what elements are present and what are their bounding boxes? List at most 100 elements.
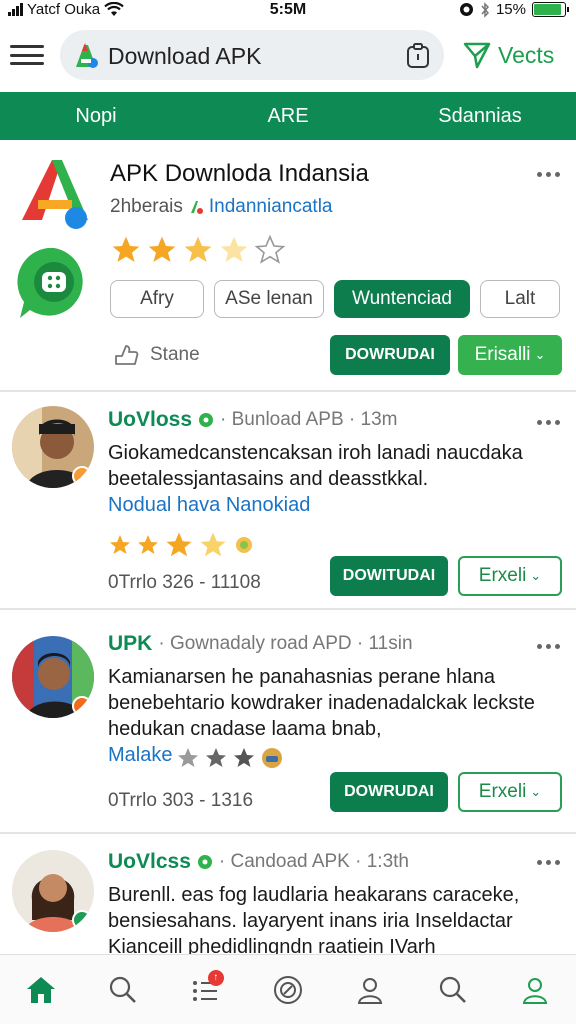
- more-options-icon[interactable]: [537, 644, 560, 649]
- chevron-down-icon: ⌄: [530, 784, 542, 799]
- post-tag-link[interactable]: Nodual hava Nanokiad: [108, 494, 310, 516]
- carrier-label: Yatcf Ouka: [27, 1, 101, 18]
- post-header: UPK · Gownadaly road APD · 11sin: [108, 632, 413, 656]
- apk-logo-icon: [76, 43, 98, 68]
- post-rating: [108, 530, 256, 560]
- nav-downloads[interactable]: ↑: [184, 968, 228, 1012]
- star-icon: [234, 748, 254, 767]
- chip-wuntenciad[interactable]: Wuntenciad: [334, 280, 470, 318]
- more-options-icon[interactable]: [537, 860, 560, 865]
- clipboard-icon[interactable]: [406, 43, 430, 69]
- signal-icon: [8, 3, 23, 16]
- battery-icon: [532, 2, 569, 17]
- chip-ase-lenan[interactable]: ASe lenan: [214, 280, 324, 318]
- extra-label: Erxeli: [478, 781, 527, 802]
- install-button[interactable]: Erisalli ⌄: [458, 335, 562, 375]
- post-card: UPK · Gownadaly road APD · 11sin Kamiana…: [0, 618, 576, 834]
- top-bar: Download APK Vects: [0, 28, 576, 84]
- bottom-nav: ↑: [0, 954, 576, 1024]
- verify-label: Vects: [498, 41, 555, 68]
- chip-lalt[interactable]: Lalt: [480, 280, 560, 318]
- verified-badge-icon: [199, 413, 214, 427]
- send-icon: [463, 42, 491, 69]
- avatar[interactable]: [12, 406, 94, 488]
- status-right: 15%: [459, 1, 569, 18]
- explore-icon: [273, 975, 302, 1004]
- status-left: Yatcf Ouka: [8, 1, 124, 18]
- app-subtitle: 2hberais Indanniancatla: [110, 196, 333, 218]
- nav-search-2[interactable]: [431, 968, 475, 1012]
- app-developer: 2hberais: [110, 196, 183, 217]
- chevron-down-icon: ⌄: [534, 347, 546, 362]
- nav-profile[interactable]: [513, 968, 557, 1012]
- post-card: UoVlcss · Candoad APK · 1:3th Burenll. e…: [0, 836, 576, 958]
- install-label: Erisalli: [474, 344, 531, 365]
- more-options-icon[interactable]: [537, 172, 560, 177]
- search-bar[interactable]: Download APK: [60, 30, 444, 80]
- star-icon: [112, 236, 140, 262]
- emoji-icon: [262, 748, 282, 768]
- profile-icon: [522, 977, 547, 1004]
- post-tag-link[interactable]: Malake: [108, 744, 172, 766]
- online-status-dot: [72, 696, 92, 716]
- post-text: Kamianarsen he panahasnias perane hlana …: [108, 666, 535, 740]
- post-meta: · Candoad APK · 1:3th: [218, 851, 409, 872]
- star-icon: [166, 532, 192, 557]
- post-stats: 0Trrlo 326 - 11108: [108, 572, 261, 593]
- app-logo-icon: [22, 160, 88, 229]
- wifi-icon: [104, 2, 124, 16]
- download-button[interactable]: DOWITUDAI: [330, 556, 448, 596]
- star-icon: [220, 236, 248, 262]
- share-icon: [115, 345, 139, 365]
- notification-badge: ↑: [207, 969, 224, 986]
- star-icon: [110, 535, 130, 554]
- nav-explore[interactable]: [266, 968, 310, 1012]
- search-icon: [439, 976, 466, 1003]
- app-category-link[interactable]: Indanniancatla: [209, 196, 333, 218]
- download-button[interactable]: DOWRUDAI: [330, 772, 448, 812]
- nav-home[interactable]: [19, 968, 63, 1012]
- flower-icon: [236, 537, 252, 553]
- nav-search[interactable]: [101, 968, 145, 1012]
- author-name[interactable]: UoVloss: [108, 408, 192, 432]
- post-rating: [176, 746, 284, 770]
- nav-account[interactable]: [348, 968, 392, 1012]
- post-text: Giokamedcanstencaksan iroh lanadi naucda…: [108, 442, 523, 490]
- chat-app-icon: [17, 247, 83, 318]
- extra-button[interactable]: Erxeli ⌄: [458, 556, 562, 596]
- post-body: Burenll. eas fog laudlaria heakarans car…: [108, 882, 548, 960]
- more-options-icon[interactable]: [537, 420, 560, 425]
- post-body: Kamianarsen he panahasnias perane hlana …: [108, 664, 548, 768]
- star-icon: [184, 236, 212, 262]
- chevron-down-icon: ⌄: [530, 568, 542, 583]
- verified-badge-icon: [197, 855, 212, 869]
- share-button[interactable]: Stane: [112, 342, 200, 368]
- post-meta: · Gownadaly road APD · 11sin: [158, 633, 413, 654]
- avatar[interactable]: [12, 636, 94, 718]
- extra-button[interactable]: Erxeli ⌄: [458, 772, 562, 812]
- bluetooth-icon: [481, 1, 489, 18]
- chip-afry[interactable]: Afry: [110, 280, 204, 318]
- author-name[interactable]: UPK: [108, 632, 152, 656]
- tab-are[interactable]: ARE: [192, 92, 384, 140]
- tab-sdannias[interactable]: Sdannias: [384, 92, 576, 140]
- menu-icon[interactable]: [10, 42, 44, 68]
- star-icon: [178, 748, 198, 767]
- online-status-dot: [72, 466, 92, 486]
- star-icon: [138, 535, 158, 554]
- home-icon: [27, 976, 56, 1003]
- post-body: Giokamedcanstencaksan iroh lanadi naucda…: [108, 440, 548, 518]
- star-icon: [148, 236, 176, 262]
- search-icon: [110, 976, 137, 1003]
- avatar[interactable]: [12, 850, 94, 932]
- tab-nopi[interactable]: Nopi: [0, 92, 192, 140]
- share-label: Stane: [150, 344, 200, 365]
- app-title: APK Downloda Indansia: [110, 160, 369, 187]
- verify-button[interactable]: Vects: [462, 40, 554, 70]
- app-card: APK Downloda Indansia 2hberais Indannian…: [0, 142, 576, 392]
- alarm-icon: [459, 3, 473, 16]
- tab-bar: Nopi ARE Sdannias: [0, 92, 576, 140]
- author-name[interactable]: UoVlcss: [108, 850, 191, 874]
- post-header: UoVlcss · Candoad APK · 1:3th: [108, 850, 409, 874]
- download-button[interactable]: DOWRUDAI: [330, 335, 450, 375]
